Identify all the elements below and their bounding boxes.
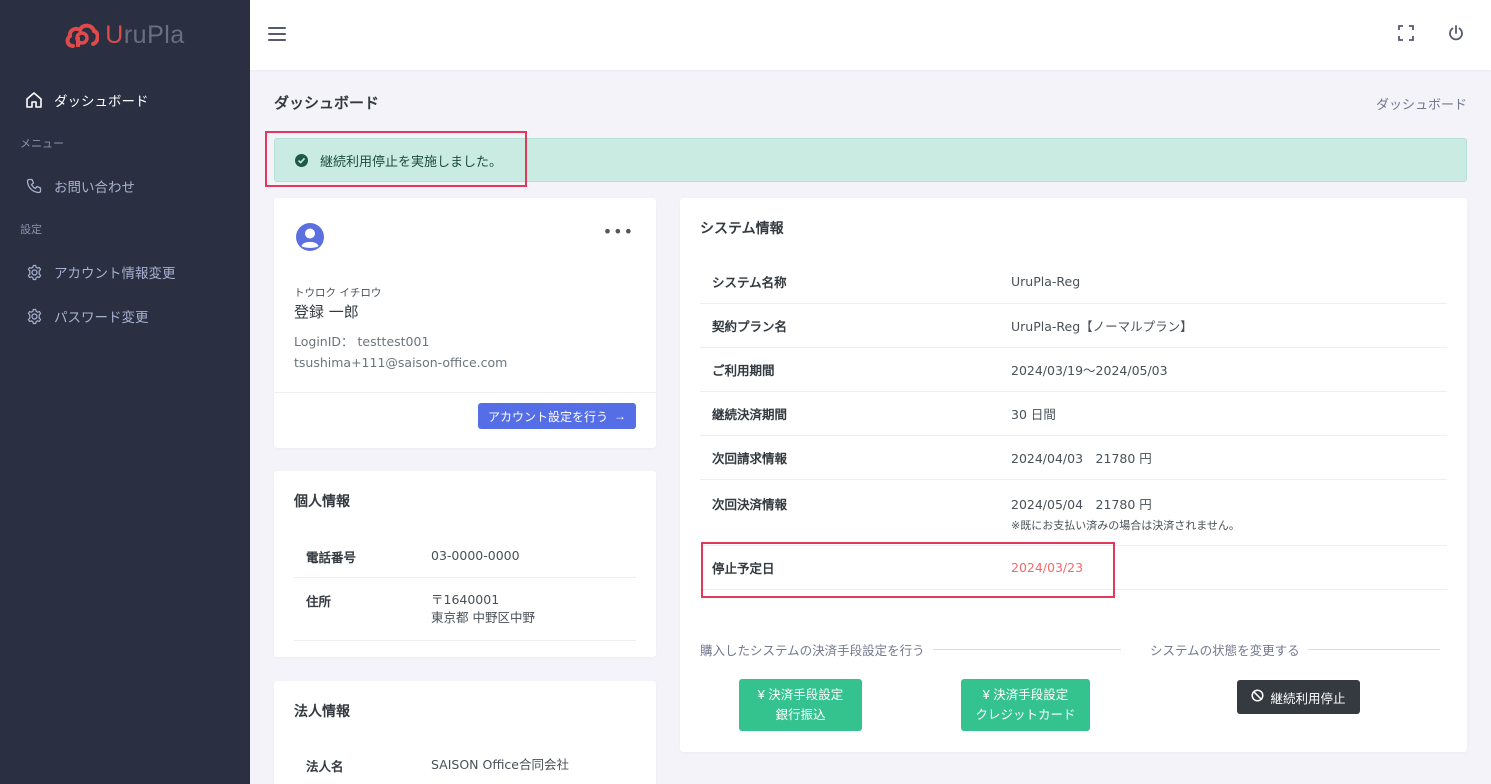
ban-icon <box>1251 689 1265 705</box>
corp-info-card: 法人情報 法人名 SAISON Office合同会社 <box>274 681 656 784</box>
page-title: ダッシュボード <box>274 94 380 112</box>
card-title: システム情報 <box>700 221 784 237</box>
sidebar-section-menu: メニュー <box>20 137 64 150</box>
table-row: 次回決済情報 2024/05/04 21780 円 ※既にお支払い済みの場合は決済… <box>700 480 1447 546</box>
account-settings-button[interactable]: アカウント設定を行う → <box>477 403 636 429</box>
table-row: 次回請求情報 2024/04/03 21780 円 <box>700 436 1447 480</box>
hamburger-icon[interactable] <box>268 22 286 46</box>
divider <box>274 392 656 393</box>
arrow-right-icon: → <box>614 409 626 423</box>
sidebar-item-label: お問い合わせ <box>54 180 135 196</box>
user-email: tsushima+111@saison-office.com <box>294 355 508 370</box>
payment-bank-transfer-button[interactable]: ¥ 決済手段設定 銀行振込 <box>739 679 862 731</box>
card-title: 個人情報 <box>294 494 350 510</box>
system-info-card: システム情報 システム名称 UruPla-Reg 契約プラン名 UruPla-Reg… <box>680 198 1467 752</box>
login-id: LoginID： testtest001 <box>294 334 430 349</box>
app-logo[interactable]: UruPla <box>0 0 250 70</box>
table-row: ご利用期間 2024/03/19～2024/05/03 <box>700 348 1447 392</box>
sidebar-item-dashboard[interactable]: ダッシュボード <box>0 78 250 122</box>
personal-info-card: 個人情報 電話番号 03-0000-0000 住所 〒1640001 東京都 中野… <box>274 471 656 657</box>
stop-subscription-button[interactable]: 継続利用停止 <box>1237 680 1360 714</box>
status-section-label: システムの状態を変更する <box>1150 640 1440 659</box>
logo-cloud-icon <box>65 23 100 48</box>
sidebar-item-label: アカウント情報変更 <box>54 266 176 282</box>
fullscreen-icon[interactable] <box>1395 22 1417 44</box>
sidebar-item-label: ダッシュボード <box>54 94 149 110</box>
sidebar-item-contact[interactable]: お問い合わせ <box>0 164 250 208</box>
gear-icon <box>24 262 44 282</box>
table-row: 契約プラン名 UruPla-Reg【ノーマルプラン】 <box>700 304 1447 348</box>
table-row: 電話番号 03-0000-0000 <box>294 535 636 578</box>
highlight-annotation <box>265 131 527 187</box>
sidebar-item-account-settings[interactable]: アカウント情報変更 <box>0 250 250 294</box>
table-row: 住所 〒1640001 東京都 中野区中野 <box>294 578 636 641</box>
home-icon <box>24 90 44 110</box>
table-row: システム名称 UruPla-Reg <box>700 260 1447 304</box>
sidebar: UruPla ダッシュボード メニュー お問い合わせ 設定 アカウント情報変更 … <box>0 0 250 784</box>
sidebar-item-password[interactable]: パスワード変更 <box>0 294 250 338</box>
user-avatar-icon <box>296 223 324 251</box>
payment-note: ※既にお支払い済みの場合は決済されません。 <box>1011 519 1240 532</box>
payment-section-label: 購入したシステムの決済手段設定を行う <box>700 640 1121 659</box>
user-profile-card: ••• トウロク イチロウ 登録 一郎 LoginID： testtest001… <box>274 198 656 448</box>
card-title: 法人情報 <box>294 704 350 720</box>
table-row: 継続決済期間 30 日間 <box>700 392 1447 436</box>
gear-icon <box>24 306 44 326</box>
more-options-icon[interactable]: ••• <box>603 222 634 241</box>
user-name: 登録 一郎 <box>294 303 359 321</box>
sidebar-item-label: パスワード変更 <box>54 310 149 326</box>
topbar <box>250 0 1491 70</box>
highlight-annotation <box>701 542 1115 598</box>
table-row: 法人名 SAISON Office合同会社 <box>306 756 569 774</box>
power-icon[interactable] <box>1445 22 1467 44</box>
logo-text: UruPla <box>105 20 185 49</box>
phone-icon <box>24 176 44 196</box>
breadcrumb[interactable]: ダッシュボード <box>1376 94 1467 113</box>
sidebar-section-settings: 設定 <box>20 223 42 236</box>
payment-credit-card-button[interactable]: ¥ 決済手段設定 クレジットカード <box>961 679 1090 731</box>
user-kana: トウロク イチロウ <box>294 287 382 299</box>
